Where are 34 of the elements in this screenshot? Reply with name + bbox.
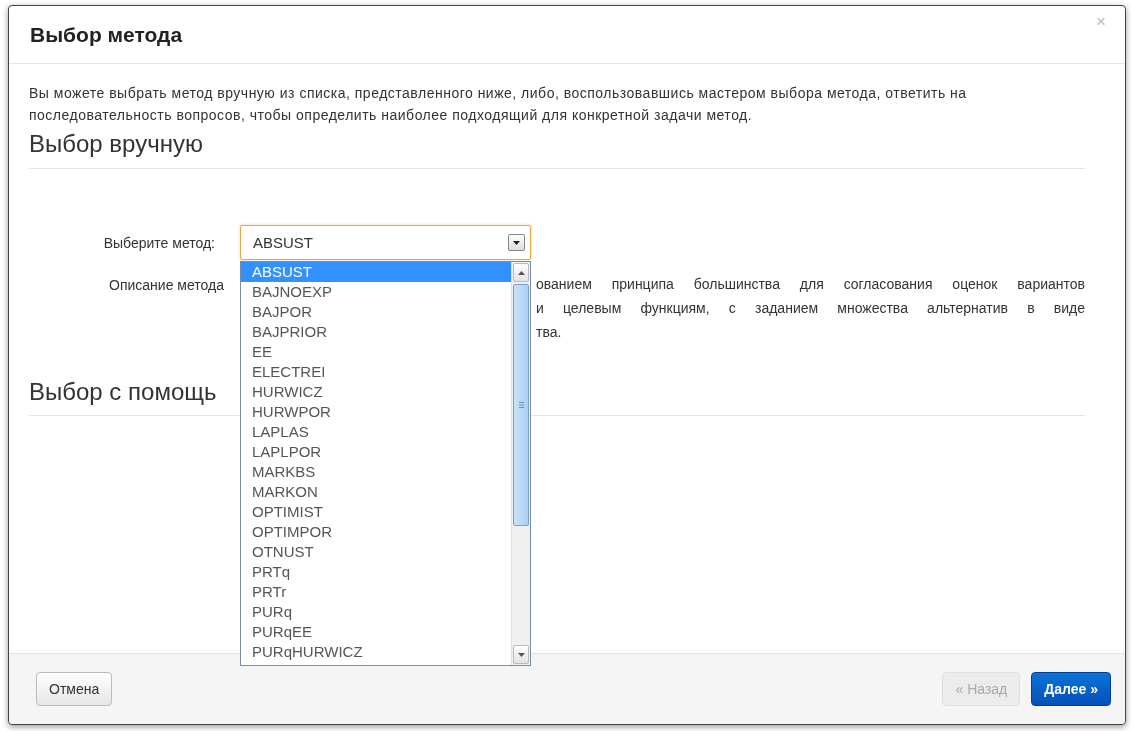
dropdown-option[interactable]: BAJPOR — [241, 302, 511, 322]
section-heading: Выбор вручную — [29, 130, 1085, 169]
dropdown-option[interactable]: MARKON — [241, 482, 511, 502]
dropdown-option[interactable]: LAPLAS — [241, 422, 511, 442]
grip-icon — [518, 402, 524, 408]
cancel-button[interactable]: Отмена — [36, 672, 113, 706]
scroll-down-icon[interactable] — [517, 652, 525, 657]
dropdown-option[interactable]: HURWICZ — [241, 382, 511, 402]
field-label: Выберите метод: — [102, 234, 216, 251]
scroll-up-icon[interactable] — [517, 270, 525, 275]
dropdown-option[interactable]: EE — [241, 342, 511, 362]
next-button[interactable]: Далее » — [1031, 672, 1111, 706]
dropdown-option[interactable]: BAJPRIOR — [241, 322, 511, 342]
dropdown-option[interactable]: OPTIMIST — [241, 502, 511, 522]
method-select[interactable]: ABSUST — [240, 225, 531, 260]
dropdown-option[interactable]: PRTq — [241, 562, 511, 582]
dropdown-option[interactable]: BAJNOEXP — [241, 282, 511, 302]
dropdown-option[interactable]: ELECTREI — [241, 362, 511, 382]
dropdown-option[interactable]: PURqEE — [241, 622, 511, 642]
dialog-title: Выбор метода — [30, 22, 183, 47]
dropdown-option[interactable]: PRTr — [241, 582, 511, 602]
description-text: тва. — [536, 323, 563, 342]
scrollbar[interactable] — [511, 262, 530, 665]
description-text: ованием принципа большинства для согласования оценок вариантов — [536, 275, 1085, 294]
dropdown-option[interactable]: HURWPOR — [241, 402, 511, 422]
dropdown-option[interactable]: PURq — [241, 602, 511, 622]
dropdown-option[interactable]: MARKBS — [241, 462, 511, 482]
dropdown-option[interactable]: OPTIMPOR — [241, 522, 511, 542]
dropdown-option[interactable]: PURqHURWICZ — [241, 642, 511, 662]
field-label: Описание метода — [108, 276, 225, 293]
dropdown-option[interactable]: OTNUST — [241, 542, 511, 562]
dropdown-option[interactable]: LAPLPOR — [241, 442, 511, 462]
intro-text: Вы можете выбрать метод вручную из списка, представленного ниже, либо, воспользовавшись мастером выбора метода, ответить на последовательность вопросов, чтобы определить наиболее подходящий для конкретной задачи метод. — [29, 84, 968, 125]
description-text: и целевым функциям, с заданием множества альтернатив в виде — [536, 299, 1085, 318]
